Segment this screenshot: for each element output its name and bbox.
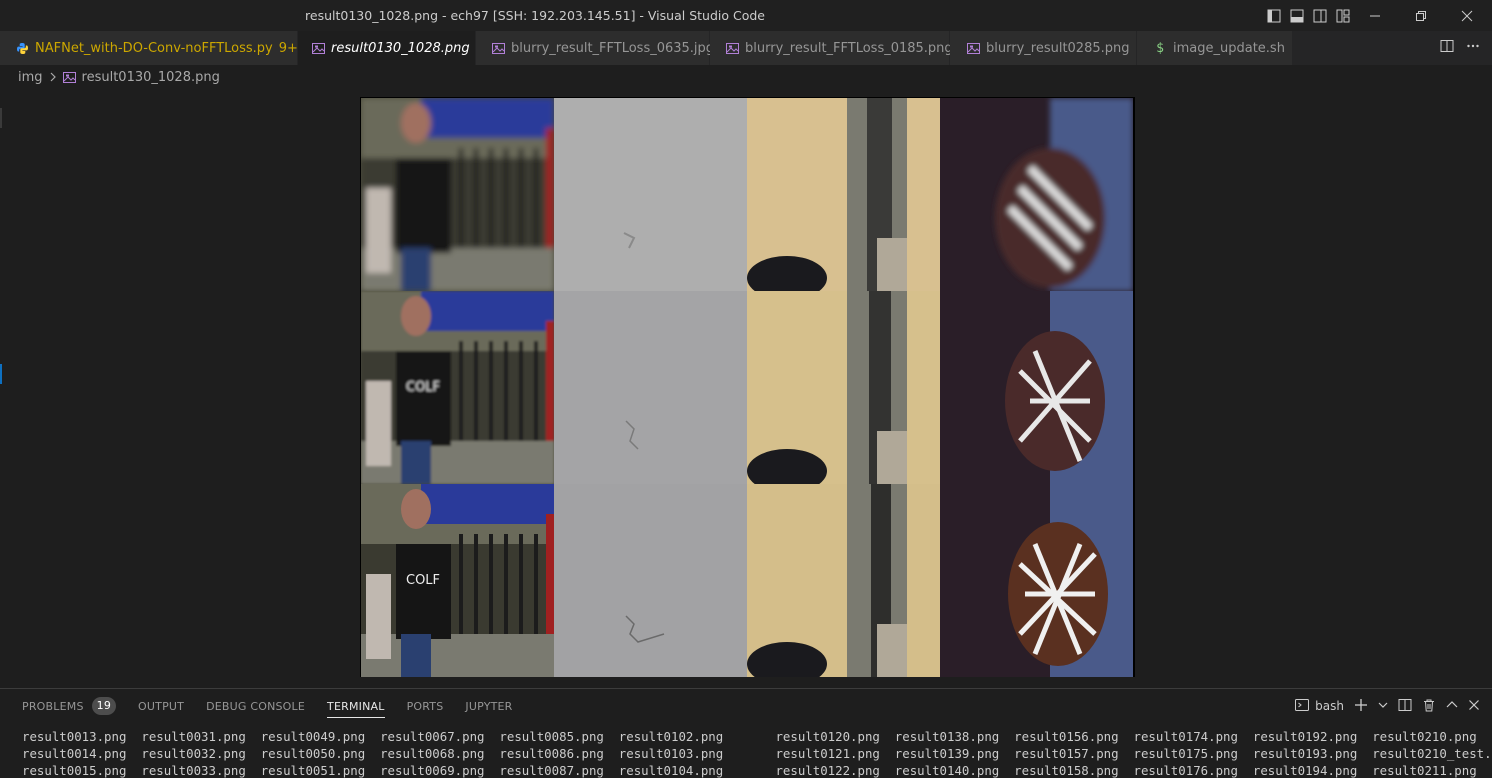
close-window-button[interactable] — [1444, 0, 1490, 31]
problem-count-badge: 9+ — [278, 40, 298, 56]
tab-debug-console[interactable]: DEBUG CONSOLE — [206, 689, 305, 723]
python-icon — [16, 41, 29, 55]
image-cell-street-mid: COLF — [361, 291, 554, 484]
trash-icon[interactable] — [1422, 698, 1436, 715]
toggle-primary-sidebar-icon[interactable] — [1264, 6, 1283, 25]
terminal-line: result0015.png result0033.png result0051… — [22, 763, 1477, 778]
toggle-secondary-sidebar-icon[interactable] — [1310, 6, 1329, 25]
image-icon — [726, 41, 739, 55]
image-cell-sandal-sharp — [940, 484, 1133, 677]
tab-label: blurry_result0285.png — [986, 40, 1130, 56]
image-cell-pavement-blurry — [554, 98, 747, 291]
image-cell-pole-sharp — [747, 484, 940, 677]
active-gutter-marker — [0, 364, 2, 384]
toggle-panel-icon[interactable] — [1287, 6, 1306, 25]
tab-label: PROBLEMS — [22, 699, 84, 713]
gutter-marker — [0, 108, 2, 128]
split-terminal-icon[interactable] — [1398, 698, 1412, 715]
maximize-panel-icon[interactable] — [1446, 699, 1458, 714]
image-cell-pavement-sharp — [554, 484, 747, 677]
tab-result0130[interactable]: result0130_1028.png — [298, 31, 490, 65]
breadcrumb-file[interactable]: result0130_1028.png — [82, 70, 220, 85]
image-cell-sandal-blurry — [940, 98, 1133, 291]
shell-name: bash — [1315, 699, 1344, 713]
terminal-output[interactable]: result0013.png result0031.png result0049… — [22, 728, 1492, 778]
tab-label: NAFNet_with-DO-Conv-noFFTLoss.py — [35, 40, 273, 56]
tab-label: JUPYTER — [465, 699, 513, 713]
minimize-button[interactable] — [1352, 0, 1398, 31]
tab-blurry-fftloss-0635[interactable]: blurry_result_FFTLoss_0635.jpg — [476, 31, 714, 65]
image-cell-pole-mid — [747, 291, 940, 484]
svg-text:COLF: COLF — [406, 573, 440, 588]
tab-label: TERMINAL — [327, 699, 385, 713]
tab-jupyter[interactable]: JUPYTER — [465, 689, 512, 723]
breadcrumb-folder[interactable]: img — [18, 70, 43, 85]
tab-label: result0130_1028.png — [331, 40, 470, 56]
image-preview[interactable]: COLF COLF — [360, 97, 1135, 677]
close-panel-icon[interactable] — [1468, 699, 1480, 714]
tab-blurry-result0285[interactable]: blurry_result0285.png — [950, 31, 1137, 65]
customize-layout-icon[interactable] — [1333, 6, 1352, 25]
split-editor-icon[interactable] — [1440, 39, 1454, 57]
tab-ports[interactable]: PORTS — [407, 689, 444, 723]
tab-label: blurry_result_FFTLoss_0635.jpg — [511, 40, 715, 56]
editor-tab-bar: NAFNet_with-DO-Conv-noFFTLoss.py 9+ resu… — [0, 31, 1492, 65]
window-title: result0130_1028.png - ech97 [SSH: 192.20… — [305, 8, 765, 23]
image-preview-editor: COLF COLF — [0, 88, 1492, 686]
terminal-line: result0013.png result0031.png result0049… — [22, 729, 1477, 744]
chevron-right-icon — [49, 72, 57, 82]
more-actions-icon[interactable] — [1466, 39, 1480, 57]
tab-label: PORTS — [406, 699, 444, 713]
image-cell-street-sharp: COLF — [361, 484, 554, 677]
tab-blurry-fftloss-0185[interactable]: blurry_result_FFTLoss_0185.png — [710, 31, 953, 65]
image-icon — [62, 71, 76, 84]
layout-controls — [1264, 6, 1352, 25]
tab-label: DEBUG CONSOLE — [206, 699, 306, 713]
tab-label: blurry_result_FFTLoss_0185.png — [745, 40, 953, 56]
tab-image-update-sh[interactable]: $ image_update.sh — [1137, 31, 1293, 65]
terminal-icon — [1295, 698, 1310, 715]
breadcrumb: img result0130_1028.png — [18, 66, 220, 88]
image-cell-street-blurry — [361, 98, 554, 291]
image-icon — [492, 41, 505, 55]
svg-text:COLF: COLF — [406, 380, 440, 395]
tab-label: image_update.sh — [1173, 40, 1285, 56]
tab-output[interactable]: OUTPUT — [138, 689, 184, 723]
problems-count-badge: 19 — [91, 697, 117, 715]
terminal-line: result0014.png result0032.png result0050… — [22, 746, 1492, 761]
restore-button[interactable] — [1398, 0, 1444, 31]
image-cell-pole-blurry — [747, 98, 940, 291]
tab-problems[interactable]: PROBLEMS 19 — [22, 689, 117, 723]
image-cell-sandal-mid — [940, 291, 1133, 484]
terminal-shell-selector[interactable]: bash — [1295, 698, 1344, 715]
bottom-panel: PROBLEMS 19 OUTPUT DEBUG CONSOLE TERMINA… — [0, 688, 1492, 778]
new-terminal-icon[interactable] — [1354, 698, 1368, 715]
image-cell-pavement-mid — [554, 291, 747, 484]
title-bar: result0130_1028.png - ech97 [SSH: 192.20… — [0, 0, 1492, 31]
tab-label: OUTPUT — [138, 699, 185, 713]
tab-terminal[interactable]: TERMINAL — [327, 689, 385, 723]
image-icon — [312, 41, 325, 55]
shell-icon: $ — [1156, 40, 1164, 56]
tab-nafnet-py[interactable]: NAFNet_with-DO-Conv-noFFTLoss.py 9+ — [0, 31, 298, 65]
image-icon — [966, 41, 980, 55]
chevron-down-icon[interactable] — [1378, 699, 1388, 713]
